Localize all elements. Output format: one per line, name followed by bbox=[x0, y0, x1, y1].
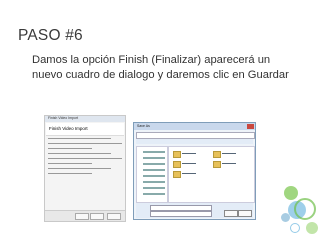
folder-icon[interactable] bbox=[213, 161, 221, 168]
folder-icon[interactable] bbox=[173, 161, 181, 168]
cancel-button[interactable] bbox=[238, 210, 252, 217]
wizard-footer bbox=[45, 210, 125, 221]
wizard-heading: Finish Video Import bbox=[49, 126, 88, 131]
slide: PASO #6 Damos la opción Finish (Finaliza… bbox=[0, 0, 320, 240]
decorative-circle bbox=[294, 198, 316, 220]
decorative-circle bbox=[284, 186, 298, 200]
window-title: Finish Video Import bbox=[48, 116, 79, 120]
folder-icon[interactable] bbox=[173, 171, 181, 178]
save-button[interactable] bbox=[224, 210, 238, 217]
file-list[interactable] bbox=[168, 146, 255, 203]
slide-title: PASO #6 bbox=[18, 27, 83, 44]
dialog-titlebar: Save As bbox=[134, 123, 255, 130]
folder-icon[interactable] bbox=[173, 151, 181, 158]
close-icon[interactable] bbox=[247, 124, 254, 129]
dialog-toolbar bbox=[136, 139, 253, 144]
decorative-circle bbox=[290, 223, 300, 233]
back-button[interactable] bbox=[75, 213, 89, 220]
wizard-body-text bbox=[48, 138, 122, 178]
dialog-bottom-panel bbox=[136, 203, 253, 218]
cancel-button[interactable] bbox=[107, 213, 121, 220]
file-type-select[interactable] bbox=[150, 211, 212, 217]
address-bar[interactable] bbox=[136, 132, 255, 139]
decorative-circle bbox=[281, 213, 290, 222]
navigation-pane[interactable] bbox=[136, 146, 168, 203]
save-dialog-screenshot: Save As bbox=[133, 122, 256, 220]
decorative-circle bbox=[306, 222, 318, 234]
wizard-header: Finish Video Import bbox=[46, 123, 124, 136]
finish-wizard-screenshot: Finish Video Import Finish Video Import bbox=[44, 115, 126, 222]
folder-icon[interactable] bbox=[213, 151, 221, 158]
window-titlebar: Finish Video Import bbox=[45, 116, 125, 122]
bullet-text: Damos la opción Finish (Finalizar) apare… bbox=[32, 54, 289, 81]
dialog-title: Save As bbox=[137, 124, 150, 128]
finish-button[interactable] bbox=[90, 213, 104, 220]
